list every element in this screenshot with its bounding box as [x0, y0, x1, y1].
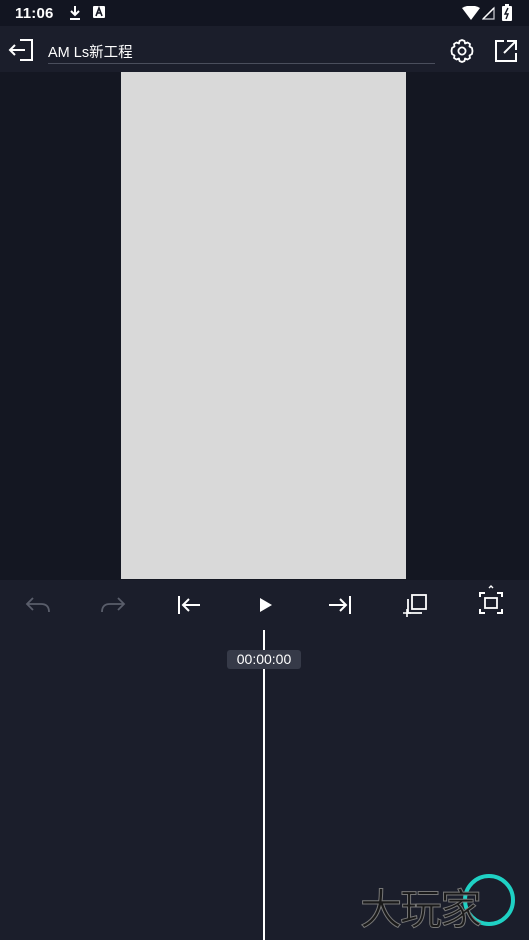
battery-icon	[502, 4, 512, 21]
download-icon	[70, 6, 80, 20]
timecode: 00:00:00	[227, 650, 301, 669]
add-layer-icon[interactable]	[402, 592, 430, 618]
play-icon[interactable]	[251, 592, 279, 618]
playback-controls	[0, 580, 529, 630]
a-badge-icon	[93, 5, 105, 18]
playhead[interactable]	[263, 630, 265, 940]
status-bar: 11:06	[0, 0, 529, 26]
fit-screen-icon[interactable]	[477, 585, 505, 619]
project-title-field[interactable]: AM Ls新工程	[48, 34, 435, 64]
jump-to-end-icon[interactable]	[326, 592, 354, 618]
settings-icon[interactable]	[449, 38, 475, 64]
status-time: 11:06	[15, 5, 54, 22]
top-app-bar: AM Ls新工程	[0, 26, 529, 72]
project-title: AM Ls新工程	[48, 45, 133, 61]
preview-area	[0, 72, 529, 580]
undo-icon[interactable]	[24, 592, 52, 618]
signal-icon	[482, 6, 495, 20]
watermark: 大玩家	[359, 870, 520, 935]
video-canvas[interactable]	[121, 72, 406, 579]
wifi-icon	[462, 6, 480, 20]
redo-icon[interactable]	[99, 592, 127, 618]
exit-icon[interactable]	[8, 37, 36, 63]
jump-to-start-icon[interactable]	[175, 592, 203, 618]
export-icon[interactable]	[493, 38, 519, 64]
watermark-text: 大玩家	[359, 885, 482, 935]
